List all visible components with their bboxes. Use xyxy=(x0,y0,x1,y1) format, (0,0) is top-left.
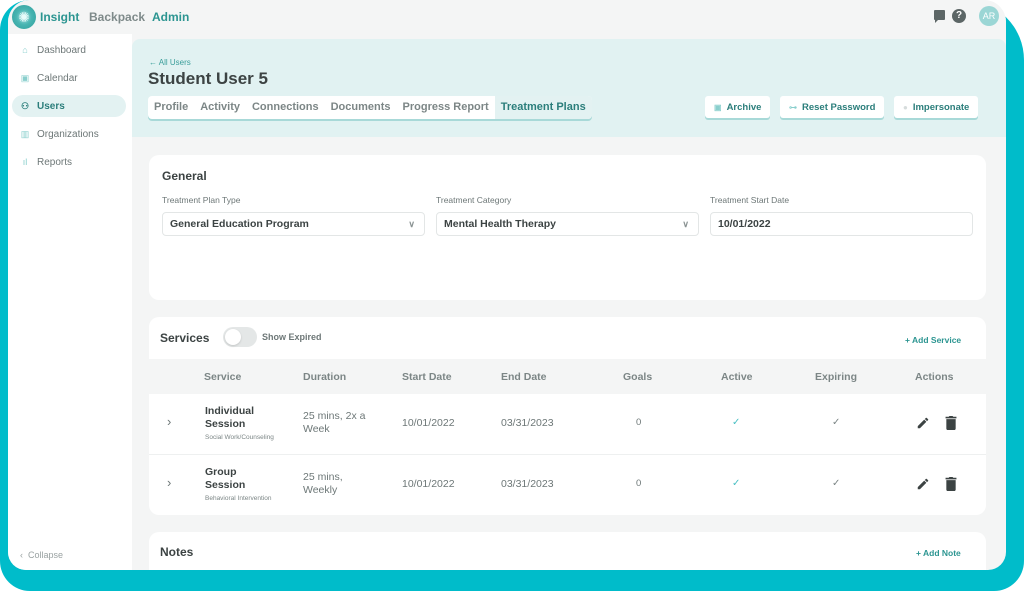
column-header: Actions xyxy=(915,371,954,383)
show-expired-toggle[interactable] xyxy=(223,327,257,347)
collapse-button[interactable]: ‹ Collapse xyxy=(20,550,63,560)
impersonate-button[interactable]: ● Impersonate xyxy=(894,96,979,118)
end-date-cell: 03/31/2023 xyxy=(501,417,554,429)
nav-backpack[interactable]: Backpack xyxy=(89,10,145,24)
brand-link[interactable]: Insight xyxy=(40,10,79,24)
category-select[interactable]: Mental Health Therapy ∨ xyxy=(436,212,699,236)
column-header: Goals xyxy=(623,371,653,383)
edit-icon[interactable] xyxy=(916,477,930,491)
expiring-check-icon: ✓ xyxy=(832,417,841,428)
notes-card: Notes + Add Note xyxy=(149,532,986,570)
active-check-icon: ✓ xyxy=(732,478,741,489)
sidebar-item-label: Dashboard xyxy=(37,44,86,56)
back-link[interactable]: ← All Users xyxy=(149,58,191,67)
bar-chart-icon: ıl xyxy=(22,157,28,167)
column-header: Service xyxy=(204,371,242,383)
tab-documents[interactable]: Documents xyxy=(325,96,397,119)
calendar-icon: ▣ xyxy=(20,73,30,83)
building-icon: ▥ xyxy=(20,129,30,139)
sidebar-item-label: Reports xyxy=(37,156,73,168)
services-table-header: Service Duration Start Date End Date Goa… xyxy=(149,359,986,394)
sidebar-item-dashboard[interactable]: ⌂ Dashboard xyxy=(12,39,126,61)
category-label: Treatment Category xyxy=(436,195,512,205)
tab-connections[interactable]: Connections xyxy=(246,96,325,119)
avatar[interactable]: AR xyxy=(979,6,999,26)
services-card: Services Show Expired + Add Service Serv… xyxy=(149,317,986,515)
page-header: ← All Users Student User 5 Profile Activ… xyxy=(132,39,1006,137)
column-header: End Date xyxy=(501,371,547,383)
goals-cell: 0 xyxy=(636,417,642,428)
device-frame: ✺ Insight Backpack Admin ? AR ⌂ Dashboar… xyxy=(0,0,1024,591)
page-title: Student User 5 xyxy=(148,69,268,88)
add-note-button[interactable]: + Add Note xyxy=(916,548,961,558)
chevron-left-icon: ‹ xyxy=(20,550,28,560)
person-icon: ● xyxy=(903,102,908,112)
tab-activity[interactable]: Activity xyxy=(194,96,246,119)
service-subtitle: Social Work/Counseling xyxy=(205,434,274,441)
sidebar-item-label: Calendar xyxy=(37,72,78,84)
sidebar-item-users[interactable]: ⚇ Users xyxy=(12,95,126,117)
edit-icon[interactable] xyxy=(916,416,930,430)
logo-icon[interactable]: ✺ xyxy=(12,5,36,29)
chevron-down-icon: ∨ xyxy=(408,219,415,229)
service-subtitle: Behavioral Intervention xyxy=(205,495,272,502)
chevron-right-icon[interactable]: › xyxy=(167,414,171,429)
active-check-icon: ✓ xyxy=(732,417,741,428)
notes-title: Notes xyxy=(160,545,194,559)
archive-button[interactable]: ▣ Archive xyxy=(705,96,771,118)
sidebar-item-reports[interactable]: ıl Reports xyxy=(12,151,126,173)
plan-type-label: Treatment Plan Type xyxy=(162,195,241,205)
column-header: Expiring xyxy=(815,371,858,383)
goals-cell: 0 xyxy=(636,478,642,489)
top-bar: ✺ Insight Backpack Admin ? AR xyxy=(8,0,1006,34)
plan-type-select[interactable]: General Education Program ∨ xyxy=(162,212,425,236)
table-row: › Individual Session Social Work/Counseli… xyxy=(149,394,986,455)
trash-icon[interactable] xyxy=(945,477,957,491)
tab-bar: Profile Activity Connections Documents P… xyxy=(148,96,592,119)
start-date-cell: 10/01/2022 xyxy=(402,478,455,490)
chevron-down-icon: ∨ xyxy=(682,219,689,229)
column-header: Active xyxy=(721,371,753,383)
table-row: › Group Session Behavioral Intervention 2… xyxy=(149,455,986,515)
expiring-check-icon: ✓ xyxy=(832,478,841,489)
general-title: General xyxy=(162,169,207,183)
app-screen: ✺ Insight Backpack Admin ? AR ⌂ Dashboar… xyxy=(8,0,1006,570)
start-date-input[interactable]: 10/01/2022 xyxy=(710,212,973,236)
sidebar-item-organizations[interactable]: ▥ Organizations xyxy=(12,123,126,145)
help-icon[interactable]: ? xyxy=(952,9,966,23)
start-date-cell: 10/01/2022 xyxy=(402,417,455,429)
archive-icon: ▣ xyxy=(714,102,722,112)
sidebar: ⌂ Dashboard ▣ Calendar ⚇ Users ▥ Organiz… xyxy=(8,34,132,570)
home-icon: ⌂ xyxy=(22,45,28,55)
duration-cell: 25 mins, 2x a Week xyxy=(303,410,366,435)
start-date-label: Treatment Start Date xyxy=(710,195,790,205)
sidebar-item-calendar[interactable]: ▣ Calendar xyxy=(12,67,126,89)
tab-treatment-plans[interactable]: Treatment Plans xyxy=(494,96,592,119)
chevron-right-icon[interactable]: › xyxy=(167,475,171,490)
column-header: Duration xyxy=(303,371,347,383)
reset-password-button[interactable]: ⊶ Reset Password xyxy=(780,96,885,118)
trash-icon[interactable] xyxy=(945,416,957,430)
key-icon: ⊶ xyxy=(789,102,797,112)
show-expired-label: Show Expired xyxy=(262,332,322,342)
duration-cell: 25 mins, Weekly xyxy=(303,471,343,496)
add-service-button[interactable]: + Add Service xyxy=(905,335,961,345)
general-card: General Treatment Plan Type General Educ… xyxy=(149,155,986,300)
column-header: Start Date xyxy=(402,371,452,383)
end-date-cell: 03/31/2023 xyxy=(501,478,554,490)
users-icon: ⚇ xyxy=(20,101,30,111)
chat-icon[interactable] xyxy=(934,10,945,23)
nav-admin[interactable]: Admin xyxy=(152,10,189,24)
tab-profile[interactable]: Profile xyxy=(148,96,194,119)
tab-progress-report[interactable]: Progress Report xyxy=(397,96,495,119)
sidebar-item-label: Organizations xyxy=(37,128,99,140)
services-title: Services xyxy=(160,331,210,345)
sidebar-item-label: Users xyxy=(37,100,65,112)
